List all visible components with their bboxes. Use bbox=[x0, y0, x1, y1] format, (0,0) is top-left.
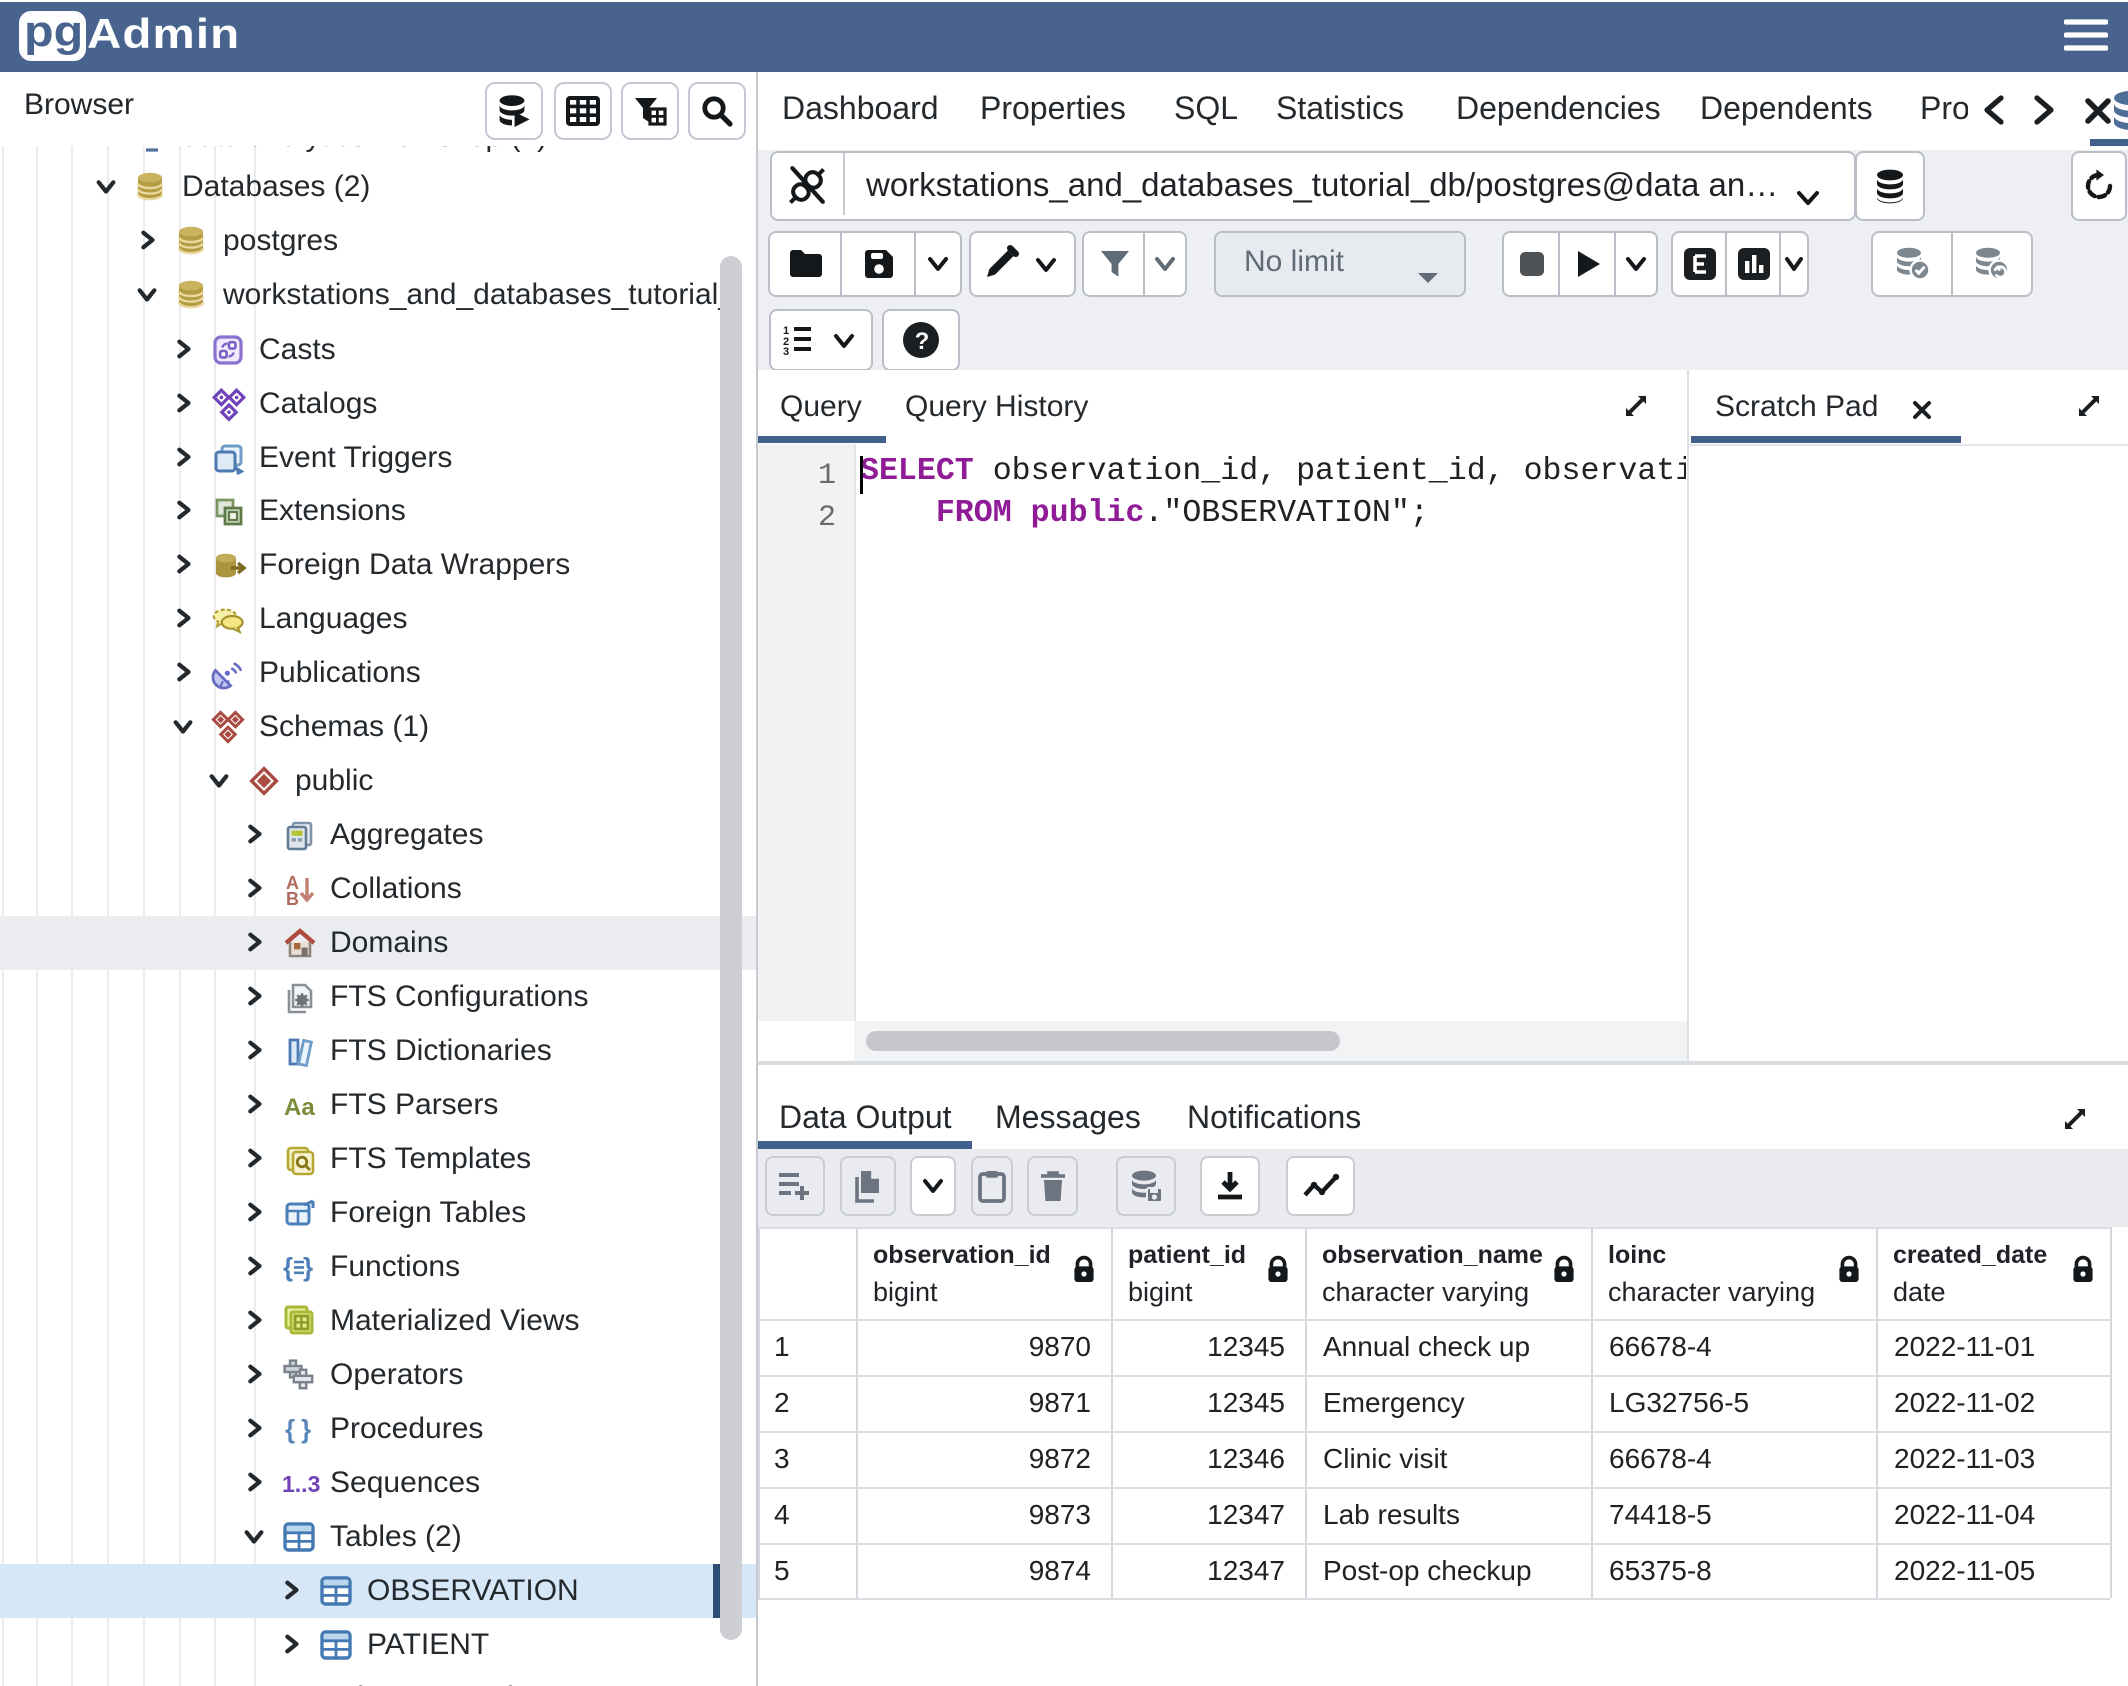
svg-text:?: ? bbox=[915, 328, 930, 355]
svg-text:B: B bbox=[286, 889, 299, 908]
svg-text:3: 3 bbox=[783, 346, 789, 355]
svg-text:}: } bbox=[301, 1414, 311, 1444]
svg-text:1..3: 1..3 bbox=[282, 1471, 320, 1497]
svg-text:}: } bbox=[303, 1252, 313, 1282]
svg-text:{: { bbox=[283, 1252, 293, 1282]
svg-text:Aa: Aa bbox=[284, 1094, 315, 1121]
svg-text:{: { bbox=[285, 1414, 295, 1444]
